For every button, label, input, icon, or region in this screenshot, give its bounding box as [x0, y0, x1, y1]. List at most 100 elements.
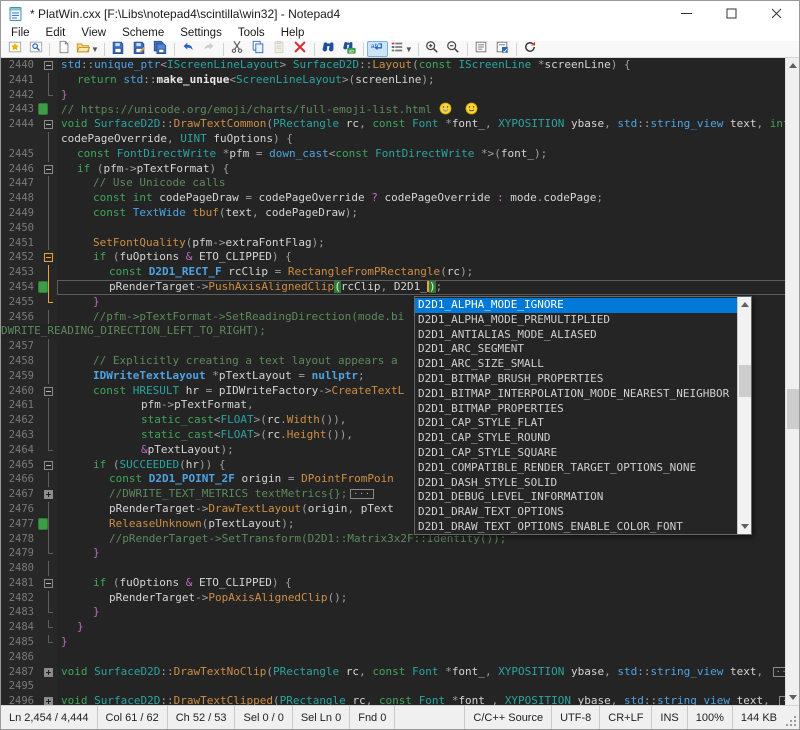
fold-ellipsis-icon[interactable]: ··· [350, 489, 373, 499]
autocomplete-item[interactable]: D2D1_CAP_STYLE_ROUND [415, 431, 737, 446]
margin-marker[interactable] [37, 576, 57, 591]
code-row[interactable]: 2448const int codePageDraw = codePageOve… [1, 191, 787, 206]
margin-marker[interactable] [37, 191, 57, 206]
margin-marker[interactable] [37, 280, 57, 295]
status-zoom-level[interactable]: 100% [687, 706, 732, 729]
code-line[interactable]: if (pfm->pTextFormat) { [57, 162, 787, 177]
zoom-out-button[interactable] [443, 41, 464, 57]
app-icon[interactable] [8, 6, 24, 22]
editor[interactable]: 2440 std::unique_ptr<IScreenLineLayout> S… [1, 58, 799, 705]
code-row[interactable]: 2484} [1, 620, 787, 635]
autocomplete-scroll-down-icon[interactable] [741, 524, 749, 529]
margin-marker[interactable] [37, 650, 57, 665]
code-line[interactable] [57, 679, 787, 694]
browse-button[interactable] [25, 41, 46, 57]
margin-marker[interactable] [37, 162, 57, 177]
margin-marker[interactable] [37, 502, 57, 517]
title-bar[interactable]: * PlatWin.cxx [F:\Libs\notepad4\scintill… [1, 1, 799, 26]
reload-button[interactable] [520, 41, 541, 57]
code-row[interactable]: 2454pRenderTarget->PushAxisAlignedClip(r… [1, 280, 787, 295]
margin-marker[interactable] [37, 635, 57, 650]
code-line[interactable]: if (fuOptions & ETO_CLIPPED) { [57, 250, 787, 265]
scheme-select-button[interactable]: ▼ [388, 41, 415, 57]
margin-marker[interactable] [37, 310, 57, 325]
status-character-position[interactable]: Ch 52 / 53 [168, 706, 236, 729]
line-number[interactable]: 2480 [1, 561, 37, 576]
code-row[interactable]: 2480 [1, 561, 787, 576]
code-line[interactable]: } [57, 635, 787, 650]
status-selection-lines[interactable]: Sel Ln 0 [293, 706, 350, 729]
line-number[interactable]: 2467 [1, 487, 37, 502]
line-number[interactable]: 2487 [1, 665, 37, 680]
code-wrap-row[interactable]: codePageOverride, UINT fuOptions) { [1, 132, 787, 147]
code-line[interactable]: void SurfaceD2D::DrawTextNoClip(PRectang… [57, 665, 787, 680]
code-row[interactable]: 2487 void SurfaceD2D::DrawTextNoClip(PRec… [1, 665, 787, 680]
line-number[interactable]: 2448 [1, 191, 37, 206]
margin-marker[interactable] [37, 679, 57, 694]
find-button[interactable] [318, 41, 339, 57]
margin-marker[interactable] [37, 354, 57, 369]
line-number[interactable]: 2450 [1, 221, 37, 236]
dropdown-arrow-icon[interactable]: ▼ [91, 45, 99, 54]
fold-expanded-icon[interactable] [44, 165, 53, 174]
line-number[interactable]: 2495 [1, 679, 37, 694]
code-line[interactable]: void SurfaceD2D::DrawTextCommon(PRectang… [57, 117, 787, 132]
margin-marker[interactable] [37, 517, 57, 532]
margin-marker[interactable] [37, 561, 57, 576]
margin-marker[interactable] [37, 546, 57, 561]
code-row[interactable]: 2451 SetFontQuality(pfm->extraFontFlag); [1, 236, 787, 251]
margin-marker[interactable] [37, 102, 57, 117]
zoom-in-button[interactable] [422, 41, 443, 57]
fold-expanded-icon[interactable] [44, 253, 53, 262]
new-file-button[interactable] [53, 41, 74, 57]
code-line[interactable]: } [57, 546, 787, 561]
code-line[interactable] [57, 221, 787, 236]
autocomplete-item[interactable]: D2D1_ALPHA_MODE_IGNORE [415, 298, 737, 313]
code-row[interactable]: 2446 if (pfm->pTextFormat) { [1, 162, 787, 177]
code-line[interactable]: const D2D1_RECT_F rcClip = RectangleFrom… [57, 265, 787, 280]
bookmark-icon[interactable] [38, 518, 48, 530]
autocomplete-item[interactable]: D2D1_BITMAP_BRUSH_PROPERTIES [415, 372, 737, 387]
code-line[interactable]: // https://unicode.org/emoji/charts/full… [57, 102, 787, 117]
line-number[interactable]: 2451 [1, 236, 37, 251]
autocomplete-item[interactable]: D2D1_DRAW_TEXT_OPTIONS [415, 505, 737, 520]
margin-marker[interactable] [37, 58, 57, 73]
margin-marker[interactable] [37, 694, 57, 705]
line-number[interactable]: 2461 [1, 398, 37, 413]
word-wrap-button[interactable]: ab [367, 41, 388, 57]
line-number[interactable]: 2455 [1, 295, 37, 310]
code-row[interactable]: 2447// Use Unicode calls [1, 176, 787, 191]
line-number[interactable]: 2447 [1, 176, 37, 191]
cut-button[interactable] [227, 41, 248, 57]
fold-collapsed-icon[interactable] [44, 697, 53, 705]
margin-marker[interactable] [37, 605, 57, 620]
code-row[interactable]: 2479} [1, 546, 787, 561]
code-row[interactable]: 2453const D2D1_RECT_F rcClip = Rectangle… [1, 265, 787, 280]
line-number[interactable]: 2458 [1, 354, 37, 369]
autocomplete-item[interactable]: D2D1_DRAW_TEXT_OPTIONS_ENABLE_COLOR_FONT [415, 520, 737, 534]
margin-marker[interactable] [37, 458, 57, 473]
line-number[interactable]: 2440 [1, 58, 37, 73]
bookmark-icon[interactable] [38, 103, 48, 115]
margin-marker[interactable] [37, 236, 57, 251]
delete-button[interactable] [290, 41, 311, 57]
autocomplete-item[interactable]: D2D1_BITMAP_INTERPOLATION_MODE_NEAREST_N… [415, 387, 737, 402]
line-number[interactable]: 2465 [1, 458, 37, 473]
document-list-button[interactable] [471, 41, 492, 57]
line-number[interactable]: 2446 [1, 162, 37, 177]
code-line[interactable]: const FontDirectWrite *pfm = down_cast<c… [57, 147, 787, 162]
autocomplete-list[interactable]: D2D1_ALPHA_MODE_IGNORED2D1_ALPHA_MODE_PR… [415, 297, 737, 534]
autocomplete-item[interactable]: D2D1_ARC_SIZE_SMALL [415, 357, 737, 372]
code-row[interactable]: 2482pRenderTarget->PopAxisAlignedClip(); [1, 591, 787, 606]
redo-button[interactable] [199, 41, 220, 57]
line-number[interactable]: 2452 [1, 250, 37, 265]
code-line[interactable]: std::unique_ptr<IScreenLineLayout> Surfa… [57, 58, 787, 73]
margin-marker[interactable] [37, 384, 57, 399]
code-row[interactable]: 2442} [1, 88, 787, 103]
status-encoding[interactable]: UTF-8 [551, 706, 599, 729]
margin-marker[interactable] [37, 443, 57, 458]
scroll-up-icon[interactable] [789, 63, 797, 68]
code-line[interactable]: SetFontQuality(pfm->extraFontFlag); [57, 236, 787, 251]
fold-expanded-icon[interactable] [44, 579, 53, 588]
line-number[interactable]: 2456 [1, 310, 37, 325]
